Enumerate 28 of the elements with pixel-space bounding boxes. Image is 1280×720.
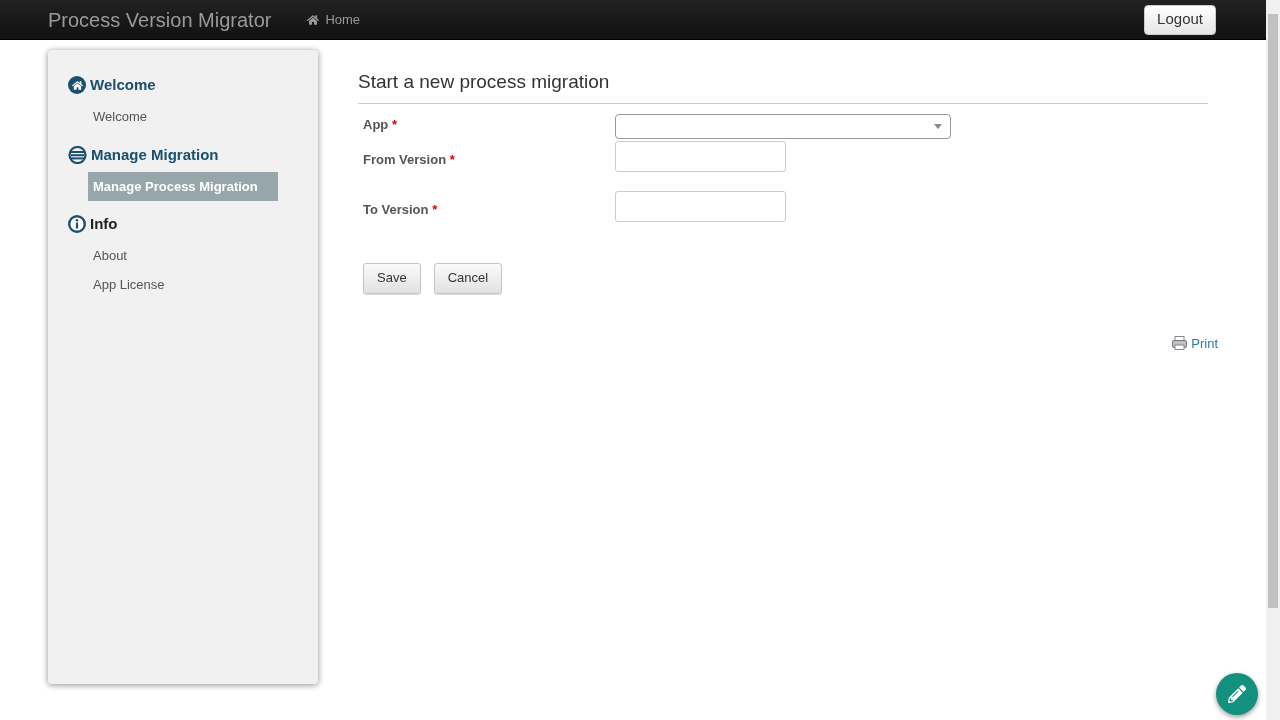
section-title: Manage Migration [91, 144, 219, 165]
info-icon [68, 215, 86, 234]
sidebar-item[interactable]: About [88, 241, 268, 271]
section-title: Welcome [90, 75, 156, 95]
field-label: App * [363, 115, 398, 134]
printer-icon [1172, 336, 1188, 351]
list-icon [68, 145, 87, 164]
sidebar-item[interactable]: App License [88, 270, 268, 300]
pencil-icon [1228, 685, 1246, 703]
form-button[interactable]: Save [363, 262, 421, 294]
sidebar-item[interactable]: Welcome [88, 102, 268, 132]
input-field[interactable] [615, 190, 786, 222]
app-select[interactable] [615, 113, 951, 139]
brand-title[interactable]: Process Version Migrator [48, 4, 272, 35]
scrollbar[interactable] [1266, 0, 1280, 720]
home-icon [68, 76, 86, 95]
form-title: Start a new process migration [358, 68, 1208, 104]
input-field[interactable] [615, 140, 786, 172]
home-link[interactable]: Home [307, 9, 361, 30]
logout-button[interactable]: Logout [1144, 4, 1216, 35]
field-label: To Version * [363, 200, 439, 219]
field-label: From Version * [363, 150, 456, 169]
section-title: Info [90, 214, 118, 234]
print-link[interactable]: Print [1172, 333, 1218, 353]
home-icon [307, 13, 320, 26]
caret-icon [934, 123, 942, 129]
edit-button[interactable] [1216, 673, 1258, 715]
form-button[interactable]: Cancel [433, 262, 503, 294]
